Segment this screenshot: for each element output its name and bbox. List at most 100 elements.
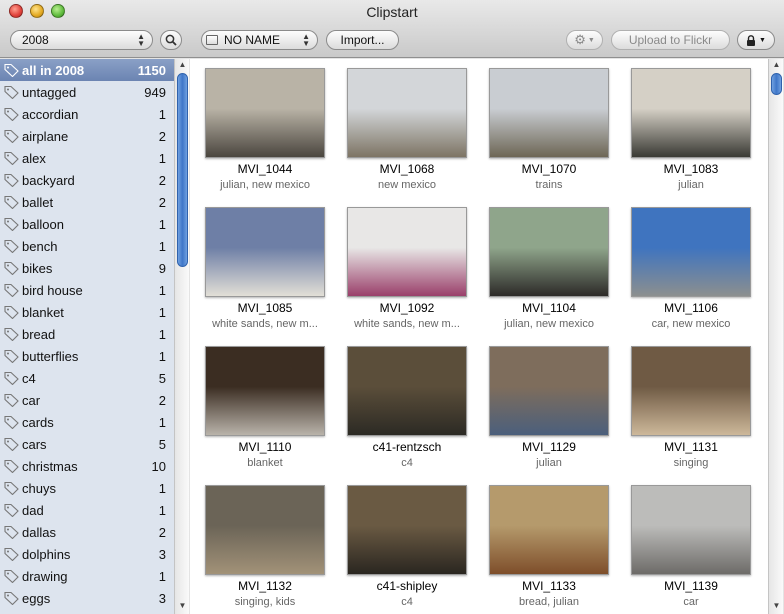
chevron-down-icon: ▼ [587, 36, 595, 44]
clip-thumbnail[interactable] [347, 346, 467, 436]
clip-tags: singing, kids [234, 596, 296, 608]
search-button[interactable] [160, 30, 182, 50]
clip-thumbnail[interactable] [205, 485, 325, 575]
grid-scrollbar[interactable]: ▲ ▼ [768, 59, 783, 614]
clip-thumbnail[interactable] [205, 68, 325, 158]
clip-thumbnail[interactable] [347, 207, 467, 297]
tag-icon [4, 437, 19, 451]
tag-icon [4, 525, 19, 539]
sidebar-tag-item[interactable]: car 2 [0, 389, 174, 411]
clip-thumbnail[interactable] [489, 68, 609, 158]
sidebar-tag-item[interactable]: bread 1 [0, 323, 174, 345]
tag-count: 2 [158, 525, 166, 540]
tag-label: christmas [22, 459, 78, 474]
scroll-up-arrow-icon[interactable]: ▲ [769, 59, 784, 71]
tag-count: 1 [158, 481, 166, 496]
clip-tags: julian, new mexico [220, 179, 310, 191]
sidebar-tag-item[interactable]: cards 1 [0, 411, 174, 433]
tag-count: 2 [158, 129, 166, 144]
popup-arrows-icon: ▲ ▼ [137, 32, 145, 48]
sidebar-tag-item[interactable]: backyard 2 [0, 169, 174, 191]
tag-label: alex [22, 151, 46, 166]
sidebar-tag-item[interactable]: dolphins 3 [0, 543, 174, 565]
clip-thumbnail[interactable] [489, 485, 609, 575]
clip-tags: c4 [401, 457, 413, 469]
sidebar-tag-item[interactable]: drawing 1 [0, 565, 174, 587]
sidebar-tag-item[interactable]: bird house 1 [0, 279, 174, 301]
sidebar-tag-item[interactable]: butterflies 1 [0, 345, 174, 367]
import-button-label: Import... [340, 33, 385, 47]
clip-tags: julian [678, 179, 704, 191]
sidebar-tag-item[interactable]: all in 2008 1150 [0, 59, 174, 81]
clip-thumbnail[interactable] [489, 346, 609, 436]
scroll-up-arrow-icon[interactable]: ▲ [175, 59, 190, 71]
clip-thumbnail[interactable] [347, 485, 467, 575]
title-toolbar: Clipstart 2008 ▲ ▼ NO NAME ▲ ▼ Import... ⚙… [0, 0, 784, 58]
tag-count: 1 [158, 151, 166, 166]
tag-icon [4, 371, 19, 385]
sidebar-tag-item[interactable]: balloon 1 [0, 213, 174, 235]
sidebar-tag-item[interactable]: c4 5 [0, 367, 174, 389]
sidebar-tag-item[interactable]: bikes 9 [0, 257, 174, 279]
clip-thumbnail[interactable] [347, 68, 467, 158]
sidebar-tag-item[interactable]: bench 1 [0, 235, 174, 257]
year-select-value: 2008 [22, 33, 49, 47]
clip-thumbnail[interactable] [631, 207, 751, 297]
privacy-menu-button[interactable]: ▼ [737, 30, 775, 50]
sidebar-tag-item[interactable]: blanket 1 [0, 301, 174, 323]
clip-thumbnail[interactable] [631, 346, 751, 436]
tag-icon [4, 569, 19, 583]
device-select[interactable]: NO NAME ▲ ▼ [201, 30, 318, 50]
sidebar-tag-item[interactable]: christmas 10 [0, 455, 174, 477]
clip-thumbnail[interactable] [631, 485, 751, 575]
sidebar-tag-item[interactable]: dad 1 [0, 499, 174, 521]
clip-tags: new mexico [377, 179, 437, 191]
tag-count: 2 [158, 195, 166, 210]
clip-grid: MVI_1044 julian, new mexico MVI_1068 new me… [190, 59, 768, 614]
sidebar-tag-item[interactable]: airplane 2 [0, 125, 174, 147]
clip-tags: c4 [401, 596, 413, 608]
sidebar-tag-item[interactable]: untagged 949 [0, 81, 174, 103]
tag-icon [4, 129, 19, 143]
import-button[interactable]: Import... [326, 30, 399, 50]
clip-thumbnail[interactable] [205, 207, 325, 297]
clip-thumbnail[interactable] [205, 346, 325, 436]
clip-title: MVI_1044 [237, 162, 293, 176]
tag-label: bench [22, 239, 58, 254]
scroll-down-arrow-icon[interactable]: ▼ [769, 600, 784, 612]
tag-list: all in 2008 1150 untagged 949 accordian 1 airp… [0, 59, 174, 609]
gear-icon: ⚙ [574, 32, 586, 47]
clip-thumbnail[interactable] [489, 207, 609, 297]
sidebar-tag-item[interactable]: dallas 2 [0, 521, 174, 543]
sidebar-tag-item[interactable]: eggs 3 [0, 587, 174, 609]
sidebar-tag-item[interactable]: chuys 1 [0, 477, 174, 499]
action-menu-button[interactable]: ⚙ ▼ [566, 30, 603, 50]
clipstart-window: Clipstart 2008 ▲ ▼ NO NAME ▲ ▼ Import... ⚙… [0, 0, 784, 614]
clip-title: MVI_1083 [663, 162, 719, 176]
tag-count: 3 [158, 547, 166, 562]
tag-icon [4, 547, 19, 561]
sidebar-tag-item[interactable]: alex 1 [0, 147, 174, 169]
scroll-down-arrow-icon[interactable]: ▼ [175, 600, 190, 612]
sidebar-tag-item[interactable]: accordian 1 [0, 103, 174, 125]
tag-icon [4, 107, 19, 121]
chevron-down-icon: ▼ [759, 36, 766, 44]
grid-scroll-thumb[interactable] [771, 73, 782, 95]
sidebar-tag-item[interactable]: cars 5 [0, 433, 174, 455]
clip-tags: blanket [247, 457, 283, 469]
clip-title: MVI_1131 [664, 440, 718, 454]
tag-count: 2 [158, 393, 166, 408]
clip-thumbnail[interactable] [631, 68, 751, 158]
tag-count: 1 [158, 569, 166, 584]
tag-label: accordian [22, 107, 79, 122]
sidebar-scroll-thumb[interactable] [177, 73, 188, 267]
upload-to-flickr-button[interactable]: Upload to Flickr [611, 30, 730, 50]
clip-title: MVI_1132 [238, 579, 292, 593]
tag-label: untagged [22, 85, 77, 100]
year-select[interactable]: 2008 ▲ ▼ [10, 30, 153, 50]
tag-label: butterflies [22, 349, 79, 364]
sidebar-scrollbar[interactable]: ▲ ▼ [174, 59, 189, 614]
clip-tags: white sands, new m... [212, 318, 318, 330]
sidebar-tag-item[interactable]: ballet 2 [0, 191, 174, 213]
tag-label: c4 [22, 371, 36, 386]
